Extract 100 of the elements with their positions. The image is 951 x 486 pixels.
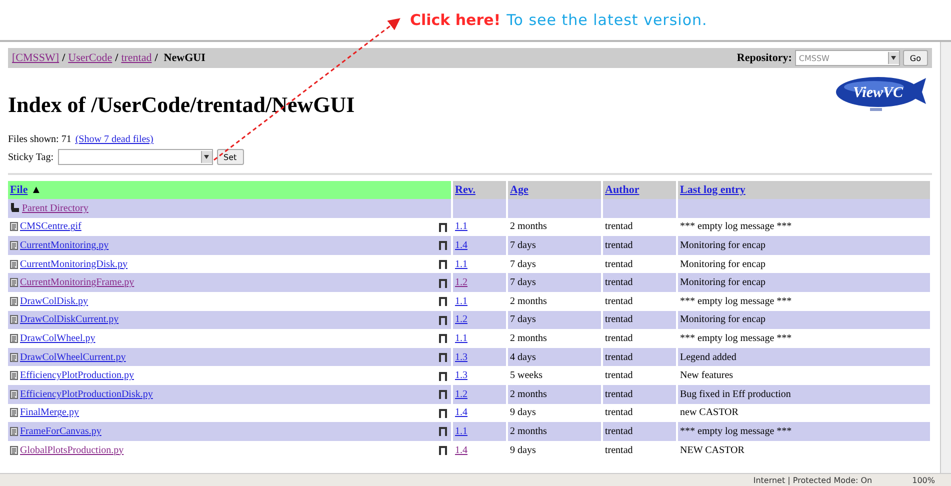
log-icon[interactable] [439,240,447,250]
column-sort-link[interactable]: Age [510,184,528,196]
author-cell: trentad [603,273,678,292]
filename-link[interactable]: CMSCentre.gif [20,221,82,232]
revision-link[interactable]: 1.1 [455,221,468,232]
zoom-label: 100% [912,476,935,484]
scrollbar[interactable] [940,42,951,473]
log-cell: Bug fixed in Eff production [678,384,932,404]
file-icon [10,222,18,232]
breadcrumb-text: / [62,52,66,64]
column-sort-link[interactable]: Rev. [455,184,476,196]
breadcrumb-link[interactable]: [CMSSW] [12,52,60,64]
breadcrumb-text: / [115,52,118,64]
filename-link[interactable]: FrameForCanvas.py [20,426,102,437]
log-icon[interactable] [439,278,447,288]
column-sort-link[interactable]: File [10,184,28,196]
log-cell: *** empty log message *** [678,422,932,441]
file-icon [10,446,18,455]
repository-label: Repository: [736,52,792,64]
log-icon[interactable] [439,445,447,456]
column-sort-link[interactable]: Author [605,184,640,196]
file-icon [10,296,18,306]
breadcrumb-text: NewGUI [164,52,206,64]
file-icon [10,278,18,288]
revision-link[interactable]: 1.4 [455,240,468,251]
revision-link[interactable]: 1.1 [455,332,468,344]
callout-action[interactable]: Click here! [410,11,501,29]
filename-link[interactable]: CurrentMonitoring.py [20,240,109,251]
author-cell: trentad [603,422,678,441]
filename-link[interactable]: DrawColWheelCurrent.py [20,352,126,363]
author-cell: trentad [603,348,678,366]
filename-link[interactable]: EfficiencyPlotProduction.py [20,370,134,382]
log-cell: Legend added [678,348,932,366]
file-icon [10,371,18,380]
log-cell: Monitoring for encap [678,310,932,330]
revision-link[interactable]: 1.4 [455,444,468,456]
log-icon[interactable] [439,259,447,270]
filename-link[interactable]: DrawColDiskCurrent.py [20,314,119,326]
log-icon[interactable] [439,314,447,325]
breadcrumb-text: / [154,52,158,64]
log-icon[interactable] [439,222,447,232]
age-cell: 7 days [508,236,603,255]
log-icon[interactable] [439,389,447,400]
caret-icon [891,56,896,60]
revision-link[interactable]: 1.1 [455,258,468,270]
log-icon[interactable] [439,352,447,362]
sticky-tag-label: Sticky Tag: [8,152,54,162]
author-cell: trentad [603,310,678,330]
filename-link[interactable]: EfficiencyPlotProductionDisk.py [20,388,153,400]
filename-link[interactable]: DrawColDisk.py [20,296,88,307]
revision-link[interactable]: 1.3 [455,370,468,382]
age-cell: 4 days [508,348,603,366]
log-icon[interactable] [439,426,447,436]
filename-link[interactable]: DrawColWheel.py [20,332,96,344]
revision-link[interactable]: 1.2 [455,277,468,288]
log-icon[interactable] [439,333,447,344]
log-icon[interactable] [439,296,447,306]
file-icon [10,408,18,418]
log-cell: Monitoring for encap [678,236,932,255]
page-title: Index of /UserCode/trentad/NewGUI [8,92,355,118]
parent-directory-link[interactable]: Parent Directory [22,202,88,214]
file-icon [10,334,18,343]
file-icon [10,426,18,436]
log-cell: Monitoring for encap [678,273,932,292]
revision-link[interactable]: 1.1 [455,296,468,307]
file-icon [10,390,18,399]
callout-message: To see the latest version. [506,11,708,29]
sort-mark: ▲ [30,184,42,196]
filename-link[interactable]: CurrentMonitoringDisk.py [20,258,128,270]
age-cell: 2 months [508,422,603,441]
folder-up-icon [10,203,20,214]
file-icon [10,315,18,324]
file-icon [10,352,18,362]
set-button[interactable]: Set [216,149,244,165]
filename-link[interactable]: GlobalPlotsProduction.py [20,444,124,456]
age-cell: 7 days [508,310,603,330]
author-cell: trentad [603,236,678,255]
go-button[interactable]: Go [902,50,928,66]
age-cell: 2 months [508,384,603,404]
caret-icon [204,155,210,159]
revision-link[interactable]: 1.4 [455,407,468,418]
revision-link[interactable]: 1.1 [455,426,468,437]
column-sort-link[interactable]: Last log entry [680,184,746,196]
file-icon [10,240,18,250]
files-shown-label: Files shown: 71 [8,134,72,145]
breadcrumb-link[interactable]: trentad [121,52,152,64]
revision-link[interactable]: 1.2 [455,388,468,400]
breadcrumb-link[interactable]: UserCode [68,52,112,64]
author-cell: trentad [603,384,678,404]
age-cell: 7 days [508,273,603,292]
log-icon[interactable] [439,370,447,381]
revision-link[interactable]: 1.3 [455,352,468,363]
filename-link[interactable]: CurrentMonitoringFrame.py [20,277,134,288]
show-dead-files-link[interactable]: (Show 7 dead files) [75,134,154,145]
repository-select[interactable]: CMSSW [794,50,900,66]
log-icon[interactable] [439,408,447,418]
filename-link[interactable]: FinalMerge.py [20,407,79,418]
file-icon [10,260,18,269]
revision-link[interactable]: 1.2 [455,314,468,326]
security-zone-label: Internet | Protected Mode: On [753,476,872,484]
